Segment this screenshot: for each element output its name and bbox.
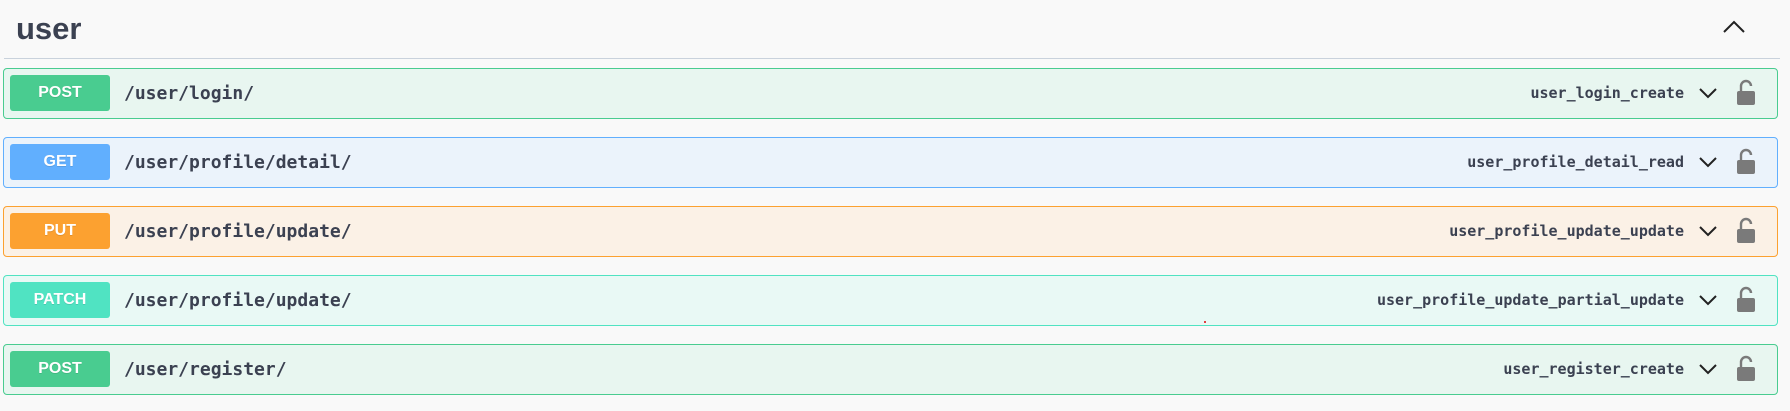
operation-row[interactable]: POST /user/login/ user_login_create [3,68,1778,119]
operation-id: user_profile_update_update [1449,222,1684,240]
method-badge: PUT [10,213,110,249]
operation-row[interactable]: POST /user/register/ user_register_creat… [3,344,1778,395]
operation-id: user_register_create [1503,360,1684,378]
tag-section: user POST /user/login/ user_login_create… [0,0,1790,411]
unlocked-padlock-icon[interactable] [1735,78,1757,106]
chevron-down-icon[interactable] [1697,84,1719,102]
operation-id: user_profile_update_partial_update [1376,291,1684,309]
chevron-down-icon[interactable] [1697,360,1719,378]
method-badge: POST [10,351,110,387]
endpoint-path: /user/register/ [124,359,287,380]
unlocked-padlock-icon[interactable] [1735,147,1757,175]
tag-header[interactable]: user [4,0,1780,59]
method-badge: GET [10,144,110,180]
endpoint-path: /user/login/ [124,83,255,104]
unlocked-padlock-icon[interactable] [1735,285,1757,313]
unlocked-padlock-icon[interactable] [1735,216,1757,244]
endpoint-path: /user/profile/update/ [124,221,352,242]
endpoint-path: /user/profile/update/ [124,290,352,311]
tag-title: user [16,11,82,46]
operation-id: user_profile_detail_read [1467,153,1684,171]
chevron-down-icon[interactable] [1697,153,1719,171]
method-badge: POST [10,75,110,111]
operation-row[interactable]: PATCH /user/profile/update/ user_profile… [3,275,1778,326]
chevron-up-icon[interactable] [1720,16,1748,38]
chevron-down-icon[interactable] [1697,291,1719,309]
method-badge: PATCH [10,282,110,318]
operation-row[interactable]: PUT /user/profile/update/ user_profile_u… [3,206,1778,257]
stray-pixel-mark [1204,321,1206,323]
endpoint-path: /user/profile/detail/ [124,152,352,173]
chevron-down-icon[interactable] [1697,222,1719,240]
operation-id: user_login_create [1530,84,1684,102]
operation-row[interactable]: GET /user/profile/detail/ user_profile_d… [3,137,1778,188]
unlocked-padlock-icon[interactable] [1735,354,1757,382]
